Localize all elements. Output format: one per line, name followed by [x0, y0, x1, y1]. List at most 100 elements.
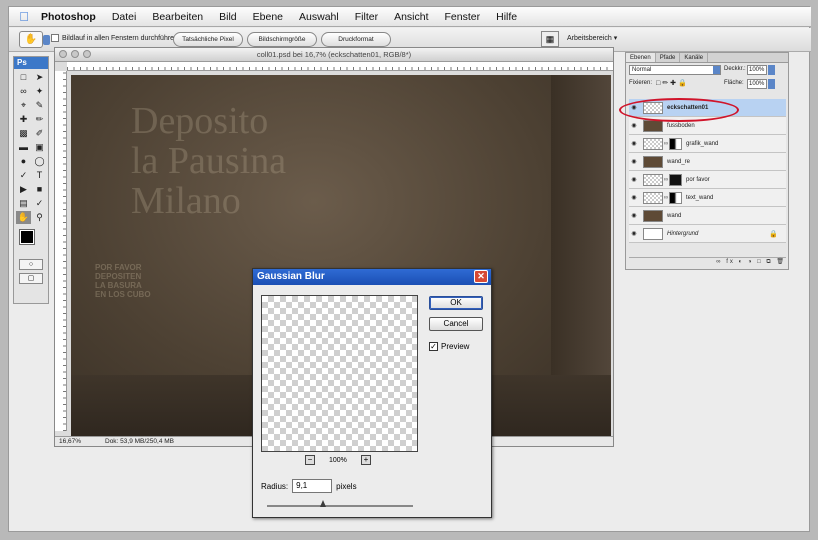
foreground-color[interactable]	[19, 229, 35, 245]
menu-bearbeiten[interactable]: Bearbeiten	[144, 11, 211, 23]
gradient-tool-icon[interactable]: ▣	[32, 141, 47, 154]
eye-icon[interactable]: ◉	[629, 194, 639, 201]
eye-icon[interactable]: ◉	[629, 212, 639, 219]
healing-tool-icon[interactable]: ✚	[16, 113, 31, 126]
menu-bild[interactable]: Bild	[211, 11, 245, 23]
path-select-tool-icon[interactable]: ▶	[16, 183, 31, 196]
wall-sign-text: POR FAVOR DEPOSITEN LA BASURA EN LOS CUB…	[95, 263, 151, 299]
dialog-titlebar[interactable]: Gaussian Blur ✕	[253, 269, 491, 285]
zoom-in-button[interactable]: +	[360, 455, 371, 465]
eye-icon[interactable]: ◉	[629, 176, 639, 183]
preview-checkbox[interactable]: ✓	[429, 342, 438, 351]
scroll-all-option[interactable]: Bildlauf in allen Fenstern durchführen	[51, 34, 178, 42]
notes-tool-icon[interactable]: ▤	[16, 197, 31, 210]
zoom-level[interactable]: 16,67%	[59, 437, 81, 446]
menu-filter[interactable]: Filter	[347, 11, 386, 23]
lasso-tool-icon[interactable]: ∞	[16, 85, 31, 98]
vertical-ruler[interactable]	[55, 71, 67, 431]
tab-pfade[interactable]: Pfade	[656, 53, 681, 62]
layer-mask-thumbnail[interactable]	[669, 191, 682, 204]
layer-row[interactable]: ◉ Hintergrund 🔒	[629, 225, 786, 243]
document-titlebar[interactable]: coll01.psd bei 16,7% (eckschatten01, RGB…	[55, 48, 613, 62]
layer-row[interactable]: ◉ ∞ por favor	[629, 171, 786, 189]
slice-tool-icon[interactable]: ✎	[32, 99, 47, 112]
menu-datei[interactable]: Datei	[104, 11, 145, 23]
layers-panel: Ebenen Pfade Kanäle Normal Deckkr.: 100%…	[625, 52, 789, 270]
magic-wand-tool-icon[interactable]: ✦	[32, 85, 47, 98]
crop-tool-icon[interactable]: ⌖	[16, 99, 31, 112]
radius-input[interactable]: 9,1	[292, 479, 333, 493]
workspace-menu[interactable]: Arbeitsbereich ▾	[567, 34, 617, 42]
radius-label: Radius:	[261, 481, 289, 491]
document-size[interactable]: Dok: 53,9 MB/250,4 MB	[105, 437, 174, 446]
tools-panel: Ps □ ➤ ∞ ✦ ⌖ ✎ ✚ ✏ ▩ ✐ ▬ ▣ ● ◯ ✓ T ▶ ■ ▤…	[13, 56, 49, 304]
close-icon[interactable]: ✕	[474, 270, 488, 283]
close-window-icon[interactable]	[59, 50, 67, 58]
menu-auswahl[interactable]: Auswahl	[291, 11, 347, 23]
color-swatches[interactable]	[14, 228, 48, 256]
highlight-annotation-ring	[619, 98, 739, 122]
zoom-out-button[interactable]: −	[305, 455, 315, 465]
layer-row[interactable]: ◉ wand_re	[629, 153, 786, 171]
fill-field[interactable]: 100%	[747, 79, 767, 89]
tab-kanaele[interactable]: Kanäle	[680, 53, 709, 62]
fit-screen-button[interactable]: Bildschirmgröße	[247, 32, 317, 47]
blend-mode-select[interactable]: Normal	[629, 65, 721, 75]
apple-icon[interactable]: 	[9, 9, 39, 24]
radius-slider-thumb[interactable]	[320, 500, 326, 507]
blur-preview-pane[interactable]	[261, 295, 418, 452]
layer-panel-toolbar[interactable]: ∞ fx ◐ ◑ □ ⧉ 🗑	[629, 257, 786, 267]
chevron-down-icon[interactable]	[43, 35, 50, 45]
shape-tool-icon[interactable]: ■	[32, 183, 47, 196]
eye-icon[interactable]: ◉	[629, 140, 639, 147]
preview-zoom-level: 100%	[329, 456, 347, 464]
horizontal-ruler[interactable]	[67, 62, 613, 71]
menu-app[interactable]: Photoshop	[39, 11, 104, 23]
layer-thumbnail	[643, 191, 663, 204]
layer-mask-thumbnail[interactable]	[669, 173, 682, 186]
zoom-window-icon[interactable]	[83, 50, 91, 58]
history-brush-tool-icon[interactable]: ✐	[32, 127, 47, 140]
hand-tool-preset[interactable]: ✋	[19, 31, 50, 48]
tab-ebenen[interactable]: Ebenen	[626, 53, 656, 62]
eye-icon[interactable]: ◉	[629, 122, 639, 129]
ps-logo: Ps	[14, 57, 48, 69]
screen-mode-button[interactable]: ▢	[19, 273, 43, 284]
opacity-field[interactable]: 100%	[747, 65, 767, 75]
eyedropper-tool-icon[interactable]: ✓	[32, 197, 47, 210]
minimize-window-icon[interactable]	[71, 50, 79, 58]
quick-mask-button[interactable]: ○	[19, 259, 43, 270]
layer-row[interactable]: ◉ ∞ grafik_wand	[629, 135, 786, 153]
menu-bar:  Photoshop Datei Bearbeiten Bild Ebene …	[9, 7, 811, 27]
move-tool-icon[interactable]: ➤	[32, 71, 47, 84]
menu-hilfe[interactable]: Hilfe	[488, 11, 525, 23]
menu-fenster[interactable]: Fenster	[437, 11, 489, 23]
type-tool-icon[interactable]: T	[32, 169, 47, 182]
ok-button[interactable]: OK	[429, 296, 483, 310]
radius-slider[interactable]	[267, 500, 413, 507]
fill-arrow-icon[interactable]	[768, 79, 775, 89]
layer-row[interactable]: ◉ wand	[629, 207, 786, 225]
lock-icons[interactable]: □✏✚🔒	[656, 79, 689, 87]
marquee-tool-icon[interactable]: □	[16, 71, 31, 84]
pen-tool-icon[interactable]: ✓	[16, 169, 31, 182]
brush-tool-icon[interactable]: ✏	[32, 113, 47, 126]
opacity-arrow-icon[interactable]	[768, 65, 775, 75]
layer-mask-thumbnail[interactable]	[669, 137, 682, 150]
eraser-tool-icon[interactable]: ▬	[16, 141, 31, 154]
print-size-button[interactable]: Druckformat	[321, 32, 391, 47]
cancel-button[interactable]: Cancel	[429, 317, 483, 331]
eye-icon[interactable]: ◉	[629, 230, 639, 237]
blur-tool-icon[interactable]: ●	[16, 155, 31, 168]
layer-row[interactable]: ◉ ∞ text_wand	[629, 189, 786, 207]
stamp-tool-icon[interactable]: ▩	[16, 127, 31, 140]
dodge-tool-icon[interactable]: ◯	[32, 155, 47, 168]
scroll-all-checkbox[interactable]	[51, 34, 59, 42]
actual-pixels-button[interactable]: Tatsächliche Pixel	[173, 32, 243, 47]
menu-ebene[interactable]: Ebene	[245, 11, 291, 23]
zoom-tool-icon[interactable]: ⚲	[32, 211, 47, 224]
hand-tool-icon[interactable]: ✋	[16, 211, 31, 224]
menu-ansicht[interactable]: Ansicht	[386, 11, 436, 23]
eye-icon[interactable]: ◉	[629, 158, 639, 165]
palette-well-icon[interactable]: ▦	[541, 31, 559, 47]
